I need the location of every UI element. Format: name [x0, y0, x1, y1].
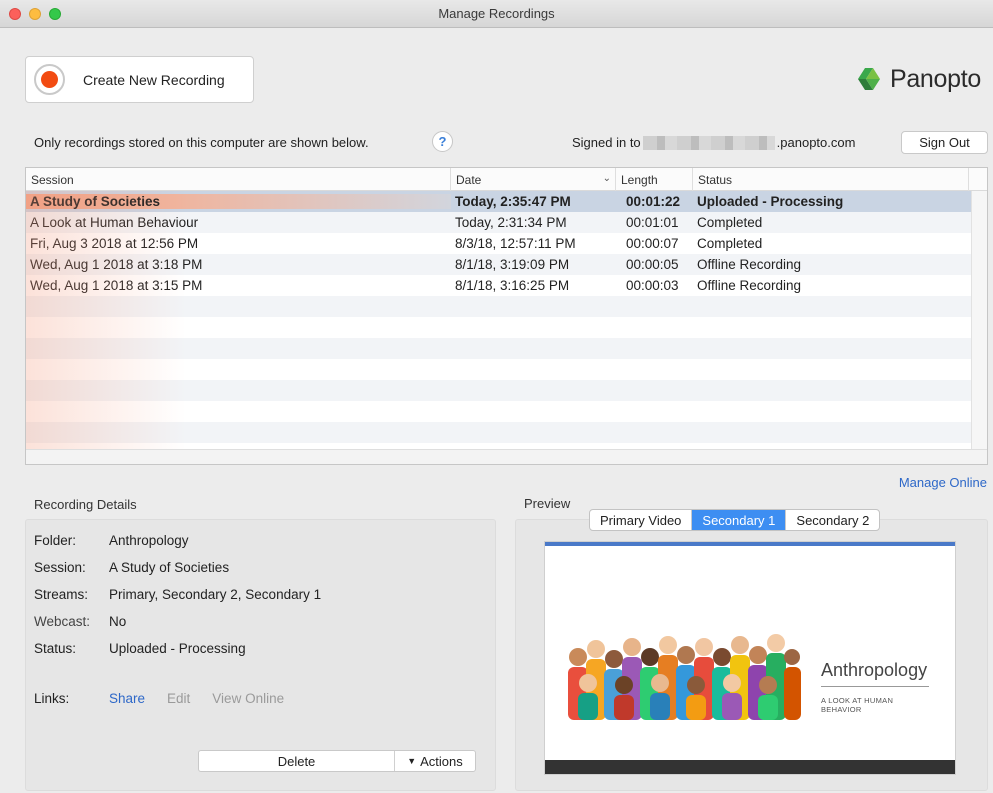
table-header: Session Date ⌄ Length Status	[26, 168, 987, 191]
panopto-logo-icon	[857, 68, 880, 90]
signed-in-status: Signed in to .panopto.com	[572, 135, 855, 150]
detail-streams: Streams: Primary, Secondary 2, Secondary…	[34, 587, 321, 602]
delete-actions-control: Delete ▼ Actions	[198, 750, 476, 772]
column-header-status[interactable]: Status	[693, 168, 969, 191]
share-link[interactable]: Share	[109, 691, 145, 706]
empty-row	[26, 401, 987, 422]
cell-status: Uploaded - Processing	[697, 194, 844, 209]
slide-divider	[821, 686, 929, 687]
actions-dropdown[interactable]: ▼ Actions	[395, 754, 475, 769]
cell-length: 00:01:01	[626, 215, 679, 230]
detail-session: Session: A Study of Societies	[34, 560, 229, 575]
table-row[interactable]: A Look at Human Behaviour Today, 2:31:34…	[26, 212, 987, 233]
record-icon	[34, 64, 65, 95]
cell-session: A Look at Human Behaviour	[30, 215, 199, 230]
cell-date: 8/1/18, 3:19:09 PM	[455, 257, 570, 272]
column-header-length[interactable]: Length	[616, 168, 693, 191]
sign-out-button[interactable]: Sign Out	[901, 131, 988, 154]
column-header-session[interactable]: Session	[26, 168, 451, 191]
cell-date: Today, 2:35:47 PM	[455, 194, 571, 209]
preview-stream-tabs: Primary Video Secondary 1 Secondary 2	[589, 509, 881, 531]
cell-session: Wed, Aug 1 2018 at 3:18 PM	[30, 257, 203, 272]
detail-label: Folder:	[34, 533, 77, 548]
delete-button[interactable]: Delete	[199, 751, 395, 771]
preview-video-frame: Anthropology A LOOK AT HUMAN BEHAVIOR	[544, 541, 956, 775]
detail-label: Status:	[34, 641, 77, 656]
recordings-table: Session Date ⌄ Length Status A Study of …	[25, 167, 988, 465]
detail-label: Streams:	[34, 587, 89, 602]
cell-date: 8/1/18, 3:16:25 PM	[455, 278, 570, 293]
sort-descending-icon: ⌄	[602, 173, 611, 184]
cell-length: 00:00:03	[626, 278, 679, 293]
cell-status: Offline Recording	[697, 278, 802, 293]
empty-row	[26, 296, 987, 317]
slide-title: Anthropology	[821, 660, 928, 680]
cell-date: Today, 2:31:34 PM	[455, 215, 567, 230]
detail-value: A Study of Societies	[109, 560, 230, 575]
window-title: Manage Recordings	[438, 6, 555, 21]
preview-menu-bar	[545, 542, 955, 546]
cell-session: Fri, Aug 3 2018 at 12:56 PM	[30, 236, 199, 251]
people-illustration	[568, 634, 801, 720]
cell-length: 00:00:05	[626, 257, 679, 272]
cell-date: 8/3/18, 12:57:11 PM	[455, 236, 576, 251]
table-row[interactable]: Fri, Aug 3 2018 at 12:56 PM 8/3/18, 12:5…	[26, 233, 987, 254]
cell-status: Offline Recording	[697, 257, 802, 272]
panopto-logo: Panopto	[854, 64, 981, 94]
detail-label: Session:	[34, 560, 86, 575]
detail-folder: Folder: Anthropology	[34, 533, 189, 548]
table-row[interactable]: Wed, Aug 1 2018 at 3:18 PM 8/1/18, 3:19:…	[26, 254, 987, 275]
empty-row	[26, 338, 987, 359]
detail-value: Primary, Secondary 2, Secondary 1	[109, 587, 322, 602]
tab-secondary-2[interactable]: Secondary 2	[786, 510, 879, 530]
empty-row	[26, 422, 987, 443]
column-header-date[interactable]: Date ⌄	[451, 168, 616, 191]
detail-value: Uploaded - Processing	[109, 641, 246, 656]
actions-label: Actions	[420, 753, 463, 769]
create-new-recording-button[interactable]: Create New Recording	[25, 56, 254, 103]
redacted-server-name	[642, 135, 775, 150]
cell-status: Completed	[697, 236, 763, 251]
empty-row	[26, 359, 987, 380]
cell-session: Wed, Aug 1 2018 at 3:15 PM	[30, 278, 203, 293]
slide-subtitle: A LOOK AT HUMAN BEHAVIOR	[821, 696, 894, 714]
detail-label: Webcast:	[34, 614, 91, 629]
detail-value: Anthropology	[109, 533, 189, 548]
preview-title: Preview	[524, 496, 571, 511]
tab-secondary-1[interactable]: Secondary 1	[692, 510, 787, 530]
panopto-logo-text: Panopto	[889, 64, 981, 93]
detail-webcast: Webcast: No	[34, 614, 126, 629]
empty-row	[26, 380, 987, 401]
recording-details-panel: Folder: Anthropology Session: A Study of…	[25, 519, 496, 791]
cell-status: Completed	[697, 215, 763, 230]
horizontal-scrollbar[interactable]	[26, 449, 987, 464]
stored-recordings-notice: Only recordings stored on this computer …	[34, 135, 369, 150]
detail-value: No	[109, 614, 127, 629]
title-bar: Manage Recordings	[0, 0, 993, 28]
edit-link: Edit	[167, 691, 191, 706]
empty-row	[26, 317, 987, 338]
preview-playback-bar	[545, 760, 955, 774]
detail-label: Links:	[34, 691, 70, 706]
dropdown-arrow-icon: ▼	[407, 756, 417, 766]
vertical-scrollbar[interactable]	[971, 191, 987, 464]
create-new-recording-label: Create New Recording	[83, 71, 225, 88]
table-row[interactable]: Wed, Aug 1 2018 at 3:15 PM 8/1/18, 3:16:…	[26, 275, 987, 296]
signed-in-suffix: .panopto.com	[776, 135, 856, 150]
table-row[interactable]: A Study of Societies Today, 2:35:47 PM 0…	[26, 191, 987, 212]
help-icon[interactable]: ?	[432, 131, 453, 152]
recording-details-title: Recording Details	[34, 497, 137, 512]
table-body: A Study of Societies Today, 2:35:47 PM 0…	[26, 191, 987, 464]
signed-in-prefix: Signed in to	[572, 135, 641, 150]
tab-primary-video[interactable]: Primary Video	[590, 510, 693, 530]
column-header-date-label: Date	[456, 173, 482, 187]
detail-status: Status: Uploaded - Processing	[34, 641, 246, 656]
detail-links: Links: Share Edit View Online	[34, 691, 306, 706]
manage-online-link[interactable]: Manage Online	[899, 475, 987, 490]
cell-length: 00:01:22	[626, 194, 681, 209]
cell-session: A Study of Societies	[26, 194, 451, 209]
cell-length: 00:00:07	[626, 236, 679, 251]
view-online-link: View Online	[212, 691, 285, 706]
